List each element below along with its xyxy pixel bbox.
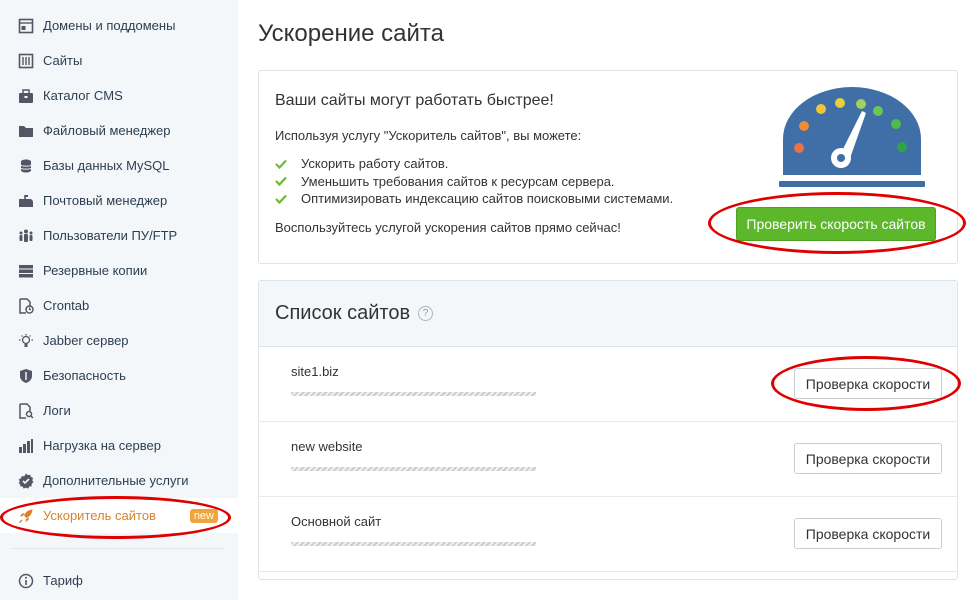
sidebar-item-label: Резервные копии	[43, 263, 148, 278]
sidebar-item-jabber[interactable]: Jabber сервер	[0, 323, 238, 358]
sidebar-item-users[interactable]: Пользователи ПУ/FTP	[0, 218, 238, 253]
sidebar: Домены и поддомены Сайты Каталог CMS Фай…	[0, 0, 238, 600]
sidebar-item-label: Пользователи ПУ/FTP	[43, 228, 178, 243]
logs-icon	[17, 402, 35, 420]
promo-card: Ваши сайты могут работать быстрее! Испол…	[258, 70, 958, 264]
sidebar-item-file-manager[interactable]: Файловый менеджер	[0, 113, 238, 148]
sidebar-item-mail-manager[interactable]: Почтовый менеджер	[0, 183, 238, 218]
users-icon	[17, 227, 35, 245]
site-name: site1.biz	[291, 364, 339, 379]
sites-list-card: Список сайтов ? site1.biz Проверка скоро…	[258, 280, 958, 580]
site-progress-bar	[291, 392, 536, 396]
check-sites-speed-button[interactable]: Проверить скорость сайтов	[736, 207, 936, 241]
site-row: site1.biz Проверка скорости	[259, 347, 957, 422]
benefit-text: Оптимизировать индексацию сайтов поисков…	[301, 191, 674, 207]
sidebar-item-domains[interactable]: Домены и поддомены	[0, 8, 238, 43]
folder-icon	[17, 122, 35, 140]
sidebar-item-label: Каталог CMS	[43, 88, 123, 103]
sidebar-item-label: Jabber сервер	[43, 333, 129, 348]
checkmark-icon	[275, 192, 289, 206]
sidebar-item-label: Тариф	[43, 573, 83, 588]
sidebar-item-label: Ускоритель сайтов	[43, 508, 156, 523]
gear-icon	[17, 472, 35, 490]
sidebar-item-crontab[interactable]: Crontab	[0, 288, 238, 323]
sidebar-item-tariff[interactable]: Тариф	[0, 563, 238, 598]
cms-catalog-icon	[17, 87, 35, 105]
sidebar-item-label: Безопасность	[43, 368, 126, 383]
help-icon[interactable]: ?	[418, 306, 434, 321]
speed-check-button[interactable]: Проверка скорости	[794, 368, 942, 399]
checkmark-icon	[275, 174, 289, 188]
site-name: Основной сайт	[291, 514, 382, 529]
promo-heading: Ваши сайты могут работать быстрее!	[275, 92, 554, 109]
sidebar-item-label: Дополнительные услуги	[43, 473, 189, 488]
domains-icon	[17, 17, 35, 35]
speed-check-button[interactable]: Проверка скорости	[794, 518, 942, 549]
page-title: Ускорение сайта	[258, 20, 444, 47]
sidebar-item-label: Базы данных MySQL	[43, 158, 170, 173]
sidebar-item-sites[interactable]: Сайты	[0, 43, 238, 78]
rocket-icon	[17, 507, 35, 525]
sidebar-item-security[interactable]: Безопасность	[0, 358, 238, 393]
sidebar-item-label: Логи	[43, 403, 71, 418]
benefit-text: Ускорить работу сайтов.	[301, 156, 449, 172]
benefit-item: Оптимизировать индексацию сайтов поисков…	[275, 190, 673, 208]
sites-icon	[17, 52, 35, 70]
site-progress-bar	[291, 467, 536, 471]
sidebar-item-mysql[interactable]: Базы данных MySQL	[0, 148, 238, 183]
sidebar-item-cms-catalog[interactable]: Каталог CMS	[0, 78, 238, 113]
sidebar-item-label: Нагрузка на сервер	[43, 438, 161, 453]
site-progress-bar	[291, 542, 536, 546]
info-icon	[17, 572, 35, 590]
sidebar-item-site-accelerator[interactable]: Ускоритель сайтов new	[0, 498, 238, 533]
crontab-icon	[17, 297, 35, 315]
server-load-icon	[17, 437, 35, 455]
checkmark-icon	[275, 157, 289, 171]
sidebar-item-logs[interactable]: Логи	[0, 393, 238, 428]
sidebar-item-label: Сайты	[43, 53, 83, 68]
sites-list-title: Список сайтов	[275, 302, 411, 324]
sidebar-item-backups[interactable]: Резервные копии	[0, 253, 238, 288]
lightbulb-icon	[17, 332, 35, 350]
mailbox-icon	[17, 192, 35, 210]
promo-cta-text: Воспользуйтесь услугой ускорения сайтов …	[275, 220, 621, 235]
site-row: new website Проверка скорости	[259, 422, 957, 497]
sidebar-divider	[12, 548, 224, 549]
sidebar-item-label: Файловый менеджер	[43, 123, 171, 138]
sidebar-item-label: Домены и поддомены	[43, 18, 176, 33]
site-name: new website	[291, 439, 363, 454]
benefits-list: Ускорить работу сайтов. Уменьшить требов…	[275, 155, 673, 208]
speedometer-icon	[779, 87, 925, 187]
backup-icon	[17, 262, 35, 280]
promo-intro: Используя услугу "Ускоритель сайтов", вы…	[275, 128, 582, 143]
sidebar-item-label: Почтовый менеджер	[43, 193, 168, 208]
benefit-text: Уменьшить требования сайтов к ресурсам с…	[301, 173, 615, 189]
database-icon	[17, 157, 35, 175]
benefit-item: Ускорить работу сайтов.	[275, 155, 673, 173]
shield-icon	[17, 367, 35, 385]
sidebar-item-label: Crontab	[43, 298, 90, 313]
benefit-item: Уменьшить требования сайтов к ресурсам с…	[275, 173, 673, 191]
sidebar-item-extra-services[interactable]: Дополнительные услуги	[0, 463, 238, 498]
speed-check-button[interactable]: Проверка скорости	[794, 443, 942, 474]
sites-list-header: Список сайтов ?	[259, 281, 957, 347]
sidebar-item-server-load[interactable]: Нагрузка на сервер	[0, 428, 238, 463]
site-row: Основной сайт Проверка скорости	[259, 497, 957, 572]
new-badge: new	[189, 508, 218, 523]
